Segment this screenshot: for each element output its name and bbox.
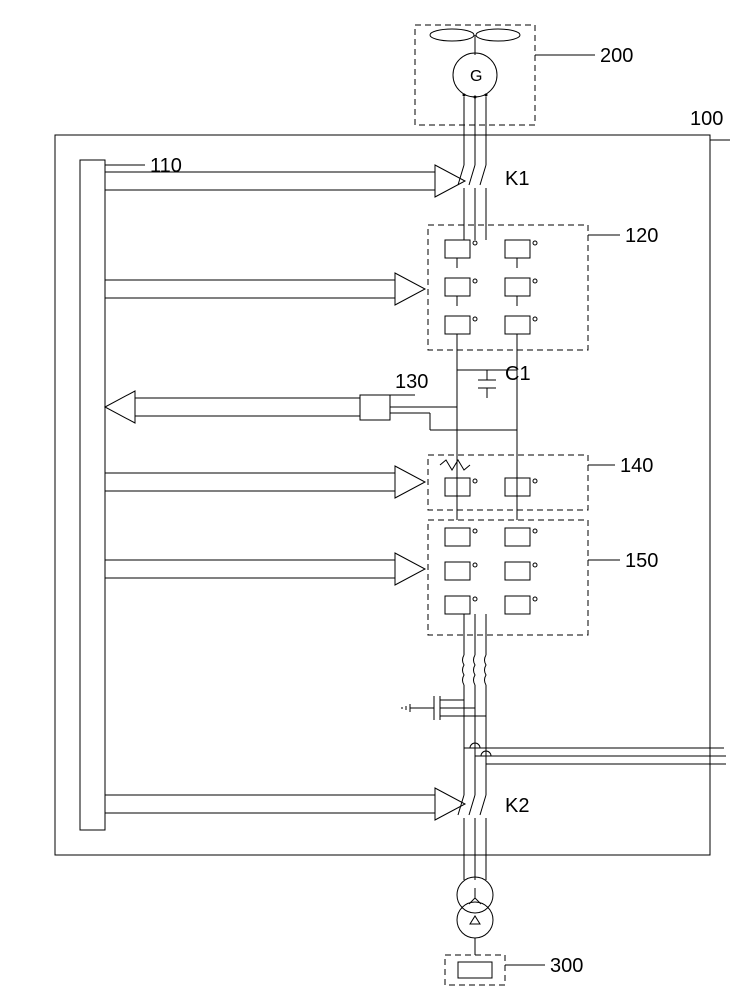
label-generator: G xyxy=(470,68,482,85)
arrow-to-120 xyxy=(105,273,425,305)
arrow-to-140 xyxy=(105,466,425,498)
generator-block: 200 G xyxy=(415,25,633,165)
label-110: 110 xyxy=(150,155,182,177)
transformer-300: 300 xyxy=(445,877,583,985)
label-120: 120 xyxy=(625,225,658,247)
label-k2: K2 xyxy=(505,795,529,817)
label-200: 200 xyxy=(600,45,633,67)
chopper-140: 140 xyxy=(428,455,653,520)
label-c1: C1 xyxy=(505,363,531,385)
switch-k1: K1 xyxy=(458,165,529,225)
inverter-150: 150 xyxy=(428,520,658,655)
controller-110: 110 xyxy=(80,155,182,830)
capacitor-c1: C1 xyxy=(457,363,531,455)
arrow-from-130 xyxy=(105,391,360,423)
arrow-to-150 xyxy=(105,553,425,585)
arrow-to-k2 xyxy=(105,788,465,820)
system-box-100: 100 xyxy=(55,108,730,855)
switch-k2: K2 xyxy=(458,795,529,880)
label-k1: K1 xyxy=(505,168,529,190)
converter-120: 120 xyxy=(428,225,658,370)
label-130: 130 xyxy=(395,371,428,393)
label-300: 300 xyxy=(550,955,583,977)
label-150: 150 xyxy=(625,550,658,572)
label-100: 100 xyxy=(690,108,723,130)
branch-right xyxy=(464,740,726,764)
label-140: 140 xyxy=(620,455,653,477)
output-filter xyxy=(402,655,486,740)
